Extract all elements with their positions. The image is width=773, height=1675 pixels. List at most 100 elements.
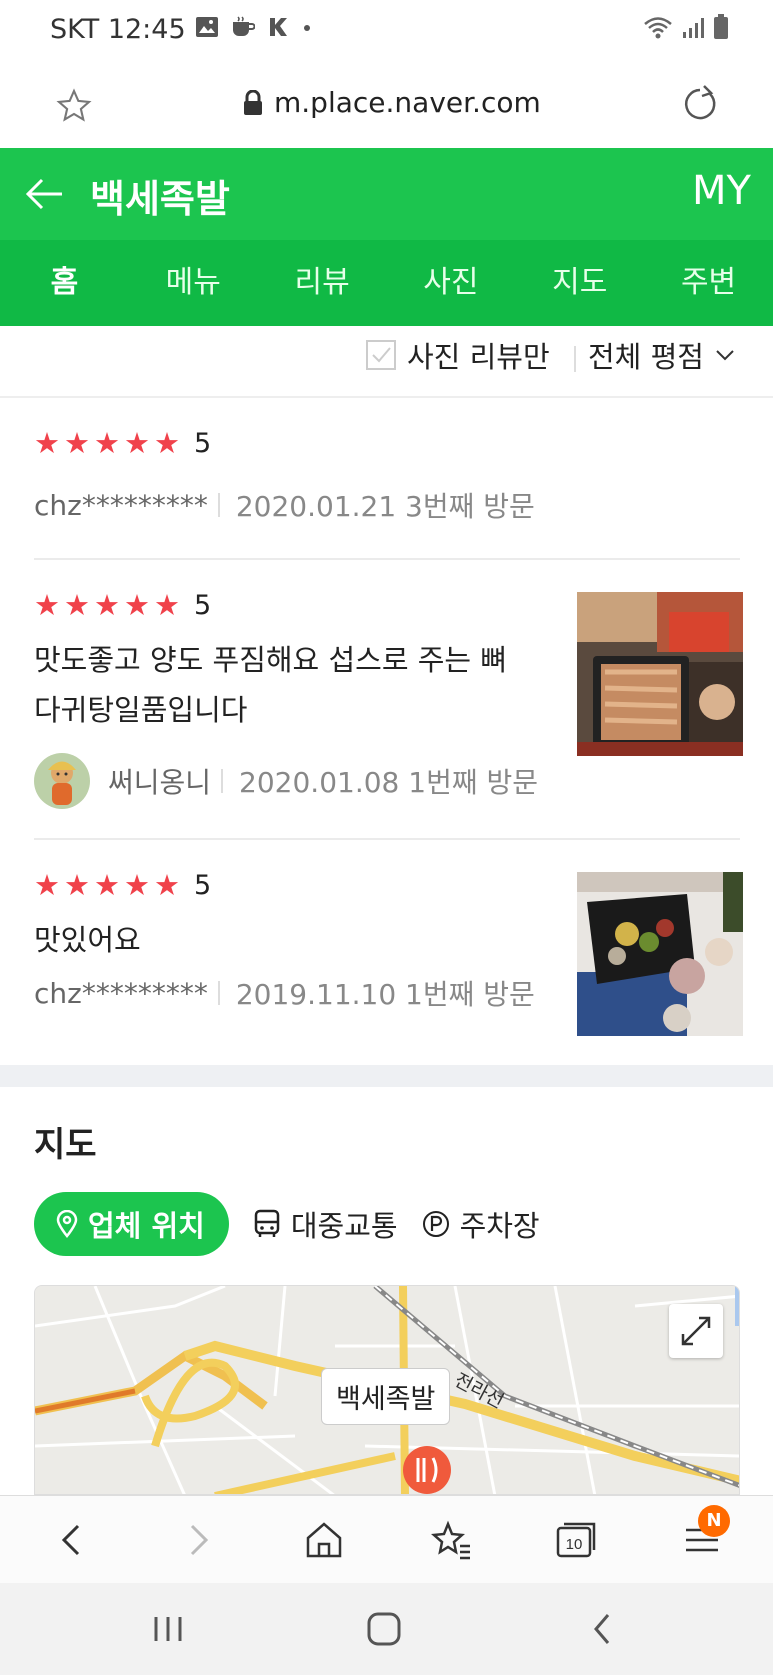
review-author[interactable]: chz********* <box>34 489 208 522</box>
review-divider <box>34 838 740 840</box>
tabs-icon[interactable]: 10 <box>552 1516 600 1564</box>
recent-apps-icon[interactable] <box>150 1609 186 1649</box>
star-icon: ★ <box>64 868 90 902</box>
map-expand-button[interactable] <box>669 1304 723 1358</box>
place-tabs: 홈 메뉴 리뷰 사진 지도 주변 <box>0 240 773 326</box>
url-field[interactable]: m.place.naver.com <box>242 86 541 119</box>
bus-icon <box>254 1209 280 1237</box>
star-icon: ★ <box>124 426 150 460</box>
photo-review-filter[interactable]: 사진 리뷰만 <box>365 334 550 376</box>
rating-filter-label: 전체 평점 <box>588 340 704 374</box>
map-view[interactable]: 전라선 백세족발 <box>34 1285 740 1495</box>
status-notification-icons <box>195 16 313 38</box>
coffee-icon <box>233 16 255 36</box>
star-icon: ★ <box>124 588 150 622</box>
menu-badge: N <box>698 1505 730 1537</box>
signal-icon <box>683 18 704 38</box>
expand-icon <box>681 1316 711 1346</box>
system-back-icon[interactable] <box>584 1609 620 1649</box>
tab-public-transit-label: 대중교통 <box>290 1209 398 1243</box>
review-date-visit: 2020.01.08 1번째 방문 <box>239 766 539 799</box>
review-score: 5 <box>194 589 212 621</box>
chevron-down-icon <box>716 350 734 361</box>
review-date-visit: 2020.01.21 3번째 방문 <box>235 490 535 523</box>
review-meta: 써니옹니 2020.01.08 1번째 방문 <box>34 753 740 809</box>
bookmarks-icon[interactable] <box>426 1516 474 1564</box>
rating-filter-dropdown[interactable]: 전체 평점 <box>588 334 736 376</box>
review-score: 5 <box>194 427 212 459</box>
star-icon: ★ <box>154 426 180 460</box>
star-icon: ★ <box>64 426 90 460</box>
star-icon: ★ <box>34 588 60 622</box>
tab-map[interactable]: 지도 <box>515 240 644 326</box>
meta-divider <box>221 769 224 793</box>
battery-icon <box>714 14 728 39</box>
reload-icon[interactable] <box>680 84 720 124</box>
review-meta: chz********* 2020.01.21 3번째 방문 <box>34 485 740 525</box>
status-system-icons <box>643 14 729 40</box>
review-author[interactable]: chz********* <box>34 977 208 1010</box>
forward-icon[interactable] <box>174 1516 222 1564</box>
status-bar: SKT 12:45 <box>0 0 773 62</box>
my-button[interactable]: MY <box>692 168 751 214</box>
star-icon: ★ <box>124 868 150 902</box>
meta-divider <box>217 493 220 517</box>
dot-icon <box>304 25 310 31</box>
photo-review-label: 사진 리뷰만 <box>407 340 550 374</box>
back-arrow-icon[interactable] <box>22 172 66 216</box>
url-text: m.place.naver.com <box>274 86 541 119</box>
star-icon: ★ <box>94 868 120 902</box>
map-section-title: 지도 <box>34 1125 97 1165</box>
star-icon: ★ <box>94 588 120 622</box>
tab-review[interactable]: 리뷰 <box>258 240 387 326</box>
tab-nearby[interactable]: 주변 <box>644 240 773 326</box>
system-navigation-bar <box>0 1583 773 1675</box>
review-score: 5 <box>194 869 212 901</box>
star-icon: ★ <box>154 868 180 902</box>
gallery-icon <box>196 17 218 37</box>
tabs-count: 10 <box>566 1536 583 1553</box>
back-icon[interactable] <box>48 1516 96 1564</box>
checkbox-icon[interactable] <box>365 339 397 371</box>
tab-parking-label: 주차장 <box>459 1209 540 1243</box>
bookmark-star-icon[interactable] <box>56 88 92 124</box>
lock-icon <box>244 89 262 115</box>
home-icon[interactable] <box>300 1516 348 1564</box>
browser-toolbar: 10 <box>0 1495 773 1583</box>
home-button-icon[interactable] <box>364 1609 404 1649</box>
star-icon: ★ <box>154 588 180 622</box>
star-rating: ★ ★ ★ ★ ★ 5 <box>34 423 740 463</box>
avatar[interactable] <box>34 753 90 809</box>
star-icon: ★ <box>34 868 60 902</box>
place-title: 백세족발 <box>90 177 230 221</box>
parking-icon <box>422 1211 449 1237</box>
review-author[interactable]: 써니옹니 <box>108 761 211 801</box>
tab-home[interactable]: 홈 <box>0 240 129 326</box>
review-photo-thumbnail[interactable] <box>577 872 743 1036</box>
review-item: ★ ★ ★ ★ ★ 5 chz********* 2020.01.21 3번째 … <box>34 423 740 525</box>
star-icon: ★ <box>64 588 90 622</box>
filter-divider <box>574 346 576 372</box>
section-separator <box>0 1065 773 1087</box>
location-pin-icon <box>56 1210 78 1238</box>
tab-menu[interactable]: 메뉴 <box>129 240 258 326</box>
review-photo-thumbnail[interactable] <box>577 592 743 756</box>
review-date-visit: 2019.11.10 1번째 방문 <box>235 978 535 1011</box>
place-marker-label[interactable]: 백세족발 <box>321 1368 451 1425</box>
tab-public-transit[interactable]: 대중교통 <box>253 1203 398 1245</box>
tab-parking[interactable]: 주차장 <box>422 1203 540 1245</box>
map-tabs: 업체 위치 대중교통 주차장 <box>34 1192 540 1256</box>
star-icon: ★ <box>94 426 120 460</box>
kakao-icon <box>270 18 287 36</box>
place-header: 백세족발 MY <box>0 148 773 240</box>
status-carrier-time: SKT 12:45 <box>50 14 186 45</box>
browser-url-bar: m.place.naver.com <box>0 62 773 148</box>
tab-photo[interactable]: 사진 <box>386 240 515 326</box>
tab-business-location-label: 업체 위치 <box>88 1209 205 1243</box>
review-divider <box>34 558 740 560</box>
tab-business-location[interactable]: 업체 위치 <box>34 1192 229 1256</box>
star-icon: ★ <box>34 426 60 460</box>
meta-divider <box>217 981 220 1005</box>
wifi-icon <box>644 17 672 39</box>
review-filter-row: 사진 리뷰만 전체 평점 <box>0 326 773 398</box>
